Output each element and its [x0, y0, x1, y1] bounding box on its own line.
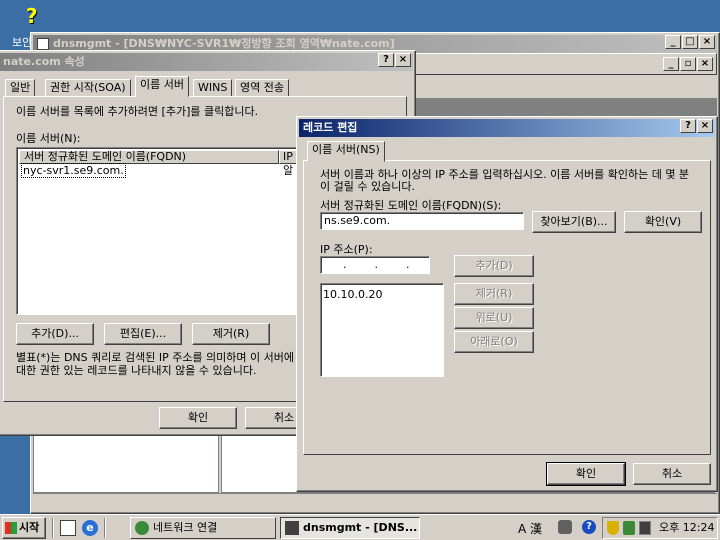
properties-ok-button[interactable]: 확인 [159, 407, 237, 429]
fqdn-input[interactable]: ns.se9.com. [320, 212, 524, 230]
volume-icon[interactable] [623, 521, 635, 535]
edit-ok-button[interactable]: 확인 [546, 462, 626, 486]
show-desktop-icon[interactable] [60, 520, 76, 536]
mmc-toolbar [415, 77, 717, 99]
fqdn-label: 서버 정규화된 도메인 이름(FQDN)(S): [320, 199, 502, 212]
internet-explorer-icon[interactable]: e [82, 520, 98, 536]
asterisk-note: 별표(*)는 DNS 쿼리로 검색된 IP 주소를 의미하며 이 서버에 대한 … [16, 351, 295, 377]
taskbar-dnsmgmt[interactable]: dnsmgmt - [DNS... [280, 517, 420, 539]
ns-description: 서버 이름과 하나 이상의 IP 주소를 입력하십시오. 이름 서버를 확인하는… [320, 169, 690, 193]
tab-ns[interactable]: 이름 서버(NS) [307, 141, 385, 162]
name-servers-label: 이름 서버(N): [16, 132, 81, 145]
help-circle-icon[interactable]: ? [582, 520, 596, 534]
windows-logo-icon [5, 522, 17, 534]
col-header-fqdn[interactable]: 서버 정규화된 도메인 이름(FQDN) [19, 150, 279, 164]
system-tray: 오후 12:24 [602, 517, 718, 539]
maximize-icon[interactable]: □ [682, 35, 698, 49]
close-icon[interactable]: × [699, 35, 715, 49]
mmc-app-icon [37, 38, 49, 50]
tab-zone-transfers[interactable]: 영역 전송 [235, 79, 289, 97]
taskbar: 시작 e 네트워크 연결 dnsmgmt - [DNS... A 漢 ? 오후 … [0, 514, 720, 540]
ip-address-input[interactable]: . . . [320, 256, 430, 274]
list-item-ip: 알 [283, 164, 294, 177]
ip-add-button[interactable]: 추가(D) [454, 255, 534, 277]
mdi-close-icon[interactable]: × [697, 57, 713, 71]
tab-wins[interactable]: WINS [193, 79, 233, 97]
tab-general[interactable]: 일반 [5, 79, 36, 97]
mdi-minimize-icon[interactable]: _ [663, 57, 679, 71]
mdi-child-bar: _ ▫ × [415, 53, 717, 75]
remove-button[interactable]: 제거(R) [192, 323, 270, 345]
list-item-fqdn: nyc-svr1.se9.com. [21, 163, 126, 178]
ime-indicator[interactable]: A 漢 [518, 520, 542, 537]
mmc-title: dnsmgmt - [DNS₩NYC-SVR1₩정방향 조회 영역₩nate.c… [53, 37, 395, 50]
edit-button[interactable]: 편집(E)... [104, 323, 182, 345]
edit-record-help-icon[interactable]: ? [680, 119, 696, 133]
ip-address-dots: . . . [343, 258, 410, 271]
properties-close-icon[interactable]: × [395, 53, 411, 67]
help-icon: ? [26, 4, 38, 28]
minimize-icon[interactable]: _ [665, 35, 681, 49]
mdi-restore-icon[interactable]: ▫ [680, 57, 696, 71]
ip-down-button[interactable]: 아래로(O) [454, 331, 534, 353]
taskbar-network-connections[interactable]: 네트워크 연결 [130, 517, 276, 539]
tab-soa[interactable]: 권한 시작(SOA) [45, 79, 131, 97]
list-item[interactable]: nyc-svr1.se9.com. 알 [21, 163, 303, 178]
network-icon [135, 521, 149, 535]
tab-name-servers[interactable]: 이름 서버 [135, 76, 189, 97]
properties-titlebar[interactable]: nate.com 속성 [0, 53, 413, 71]
clock[interactable]: 오후 12:24 [659, 521, 714, 535]
edit-cancel-button[interactable]: 취소 [633, 463, 711, 485]
taskbar-divider [104, 518, 106, 538]
shield-icon[interactable] [607, 521, 619, 535]
network-tray-icon[interactable] [639, 521, 651, 535]
ip-remove-button[interactable]: 제거(R) [454, 283, 534, 305]
ip-address-label: IP 주소(P): [320, 243, 373, 256]
instruction-text: 이름 서버를 목록에 추가하려면 [추가]를 클릭합니다. [16, 105, 259, 118]
name-servers-list[interactable]: 서버 정규화된 도메인 이름(FQDN) IP nyc-svr1.se9.com… [16, 147, 304, 315]
edit-record-title: 레코드 편집 [303, 121, 358, 134]
quicklaunch-divider [52, 518, 54, 538]
list-header: 서버 정규화된 도메인 이름(FQDN) IP [19, 150, 303, 164]
start-button[interactable]: 시작 [2, 517, 46, 539]
resolve-button[interactable]: 확인(V) [624, 211, 702, 233]
dns-icon [285, 521, 299, 535]
status-bar [33, 493, 717, 511]
browse-button[interactable]: 찾아보기(B)... [532, 211, 616, 233]
edit-tab-panel: 서버 이름과 하나 이상의 IP 주소를 입력하십시오. 이름 서버를 확인하는… [303, 160, 711, 455]
ime-toggle-icon[interactable] [558, 520, 572, 534]
tree-pane[interactable] [33, 433, 219, 493]
properties-help-icon[interactable]: ? [378, 53, 394, 67]
edit-record-dialog: 레코드 편집 ? × 이름 서버(NS) 서버 이름과 하나 이상의 IP 주소… [296, 116, 718, 492]
start-label: 시작 [19, 521, 40, 534]
properties-title: nate.com 속성 [3, 55, 85, 68]
ip-list[interactable]: 10.10.0.20 [320, 283, 444, 377]
edit-record-close-icon[interactable]: × [697, 119, 713, 133]
add-button[interactable]: 추가(D)... [16, 323, 94, 345]
ip-list-item[interactable]: 10.10.0.20 [323, 288, 441, 302]
edit-record-titlebar[interactable]: 레코드 편집 [299, 119, 715, 137]
ip-up-button[interactable]: 위로(U) [454, 307, 534, 329]
